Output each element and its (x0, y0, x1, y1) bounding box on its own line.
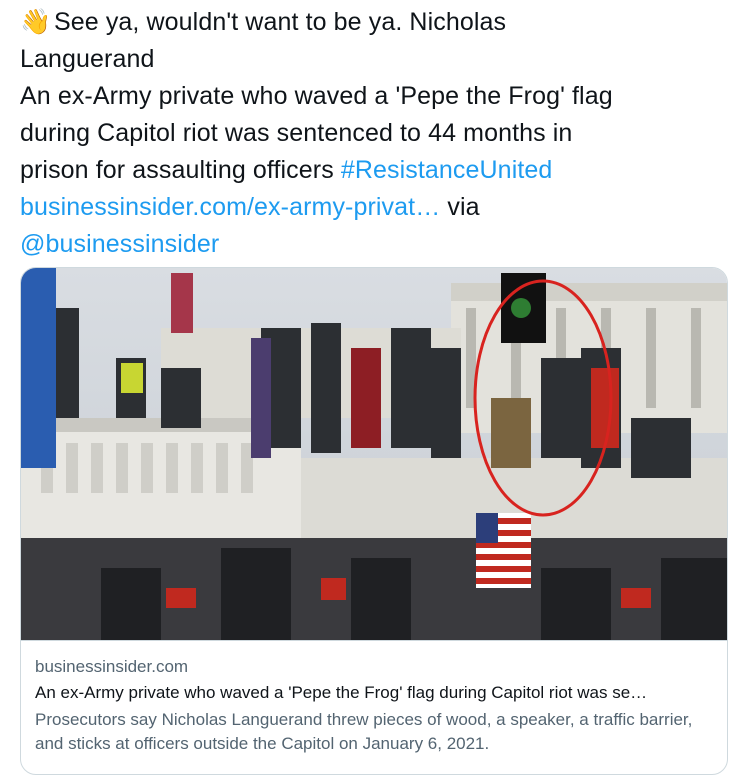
article-url-link[interactable]: businessinsider.com/ex-army-privat… (20, 193, 440, 221)
mention-link[interactable]: @businessinsider (20, 230, 219, 258)
waving-hand-icon: 👋 (20, 8, 52, 36)
card-headline[interactable]: An ex-Army private who waved a 'Pepe the… (35, 681, 709, 705)
tweet-line-6: businessinsider.com/ex-army-privat… via (20, 189, 732, 226)
link-preview-card[interactable]: businessinsider.com An ex-Army private w… (20, 267, 728, 775)
us-flag (476, 513, 531, 588)
card-domain: businessinsider.com (35, 657, 189, 676)
tweet-line-4: during Capitol riot was sentenced to 44 … (20, 119, 573, 147)
card-description: Prosecutors say Nicholas Languerand thre… (35, 710, 693, 753)
capitol-crowd-photo (21, 268, 727, 640)
tweet-text: 👋 See ya, wouldn't want to be ya. Nichola… (20, 4, 732, 263)
tweet-line-1: 👋 See ya, wouldn't want to be ya. Nichola… (20, 4, 732, 41)
tweet-line-3: An ex-Army private who waved a 'Pepe the… (20, 82, 613, 110)
tweet-line-7: @businessinsider (20, 226, 732, 263)
card-image[interactable] (21, 268, 727, 640)
via-text: via (440, 193, 480, 221)
tweet-line-5: prison for assaulting officers #Resistan… (20, 152, 732, 189)
tweet-line-2: Languerand (20, 45, 155, 73)
card-meta: businessinsider.com An ex-Army private w… (21, 640, 727, 774)
hashtag-link[interactable]: #ResistanceUnited (341, 156, 553, 184)
tweet-line-1-text: See ya, wouldn't want to be ya. Nicholas (54, 8, 507, 36)
tweet-line-5-text: prison for assaulting officers (20, 156, 341, 184)
